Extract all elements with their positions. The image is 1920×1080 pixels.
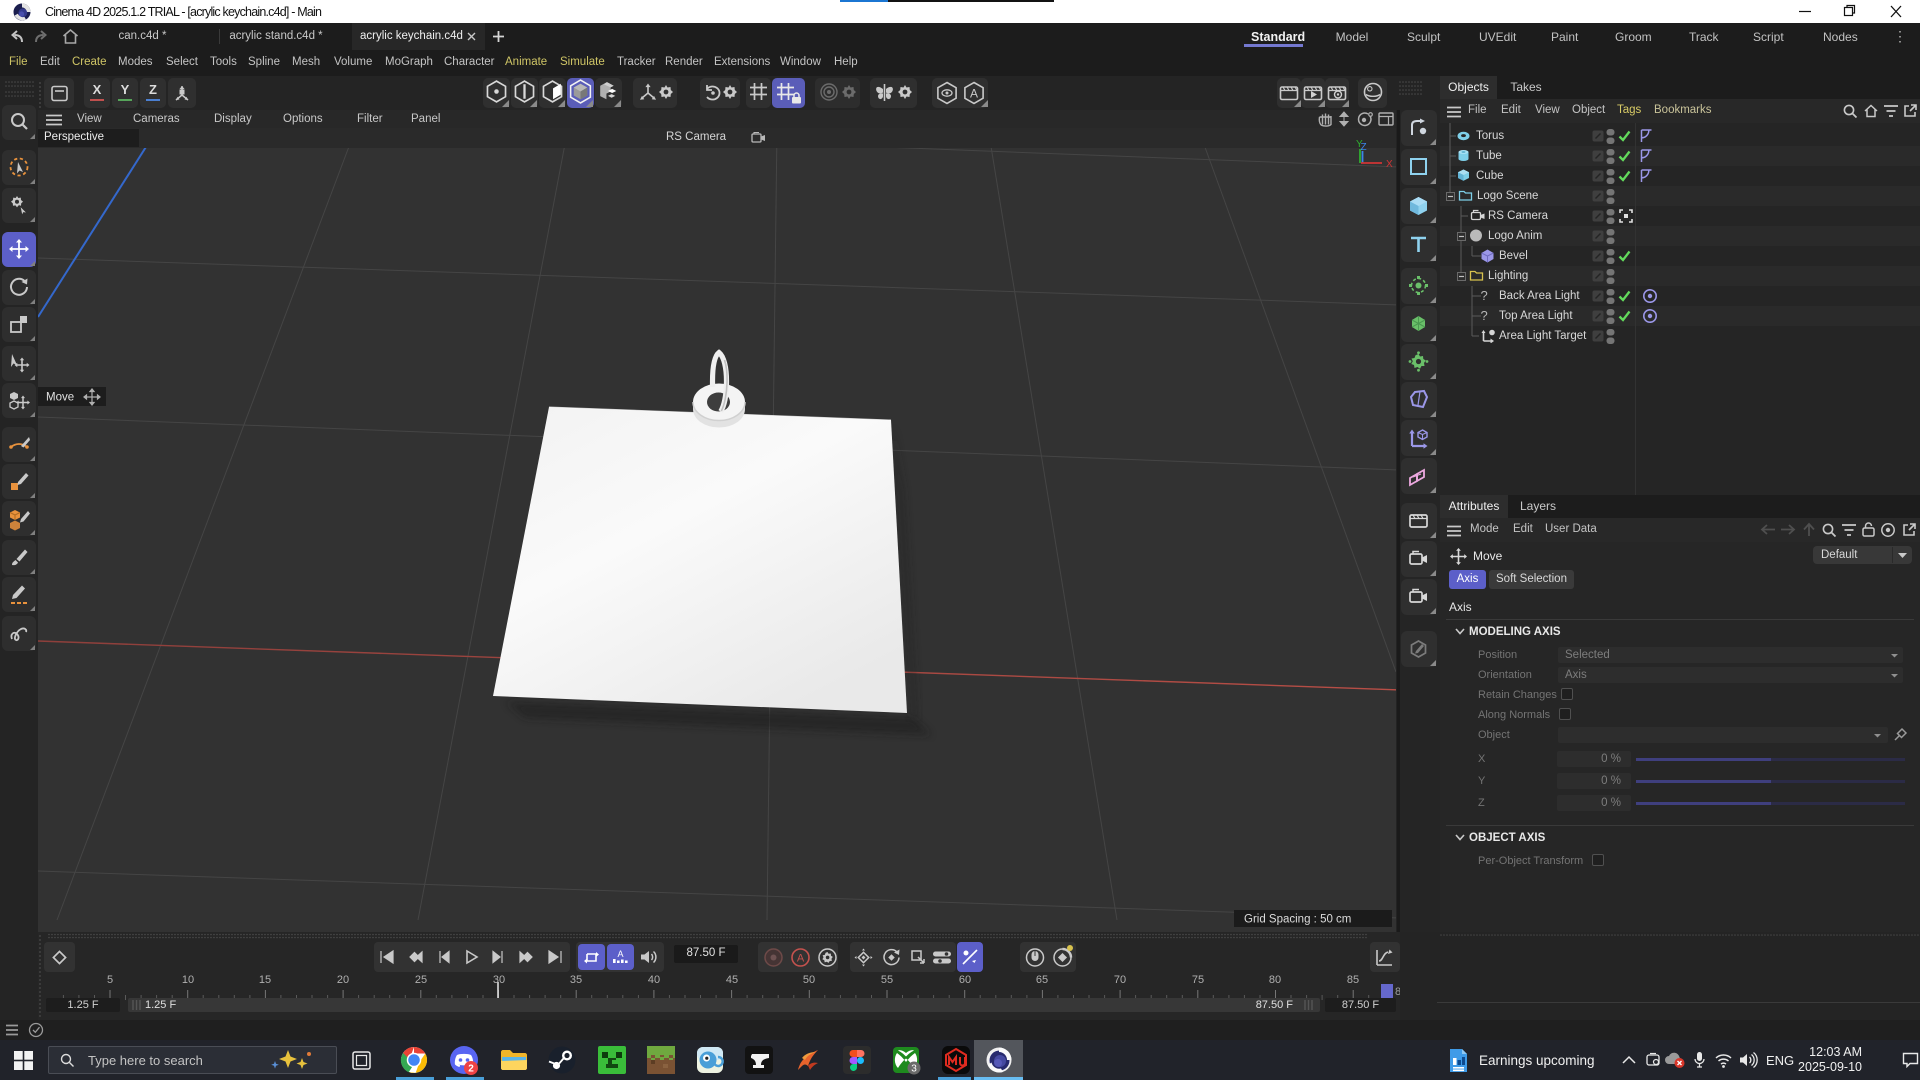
svg-text:3: 3	[911, 1064, 917, 1075]
svg-text:Grid Spacing : 50 cm: Grid Spacing : 50 cm	[1244, 914, 1351, 926]
svg-text:A: A	[970, 87, 978, 101]
svg-text:?: ?	[1481, 289, 1488, 303]
svg-text:Z: Z	[1361, 142, 1367, 153]
svg-text:X: X	[1386, 159, 1393, 170]
svg-text:Move: Move	[46, 392, 74, 404]
svg-text:2: 2	[468, 1064, 474, 1075]
svg-text:?: ?	[1481, 309, 1488, 323]
